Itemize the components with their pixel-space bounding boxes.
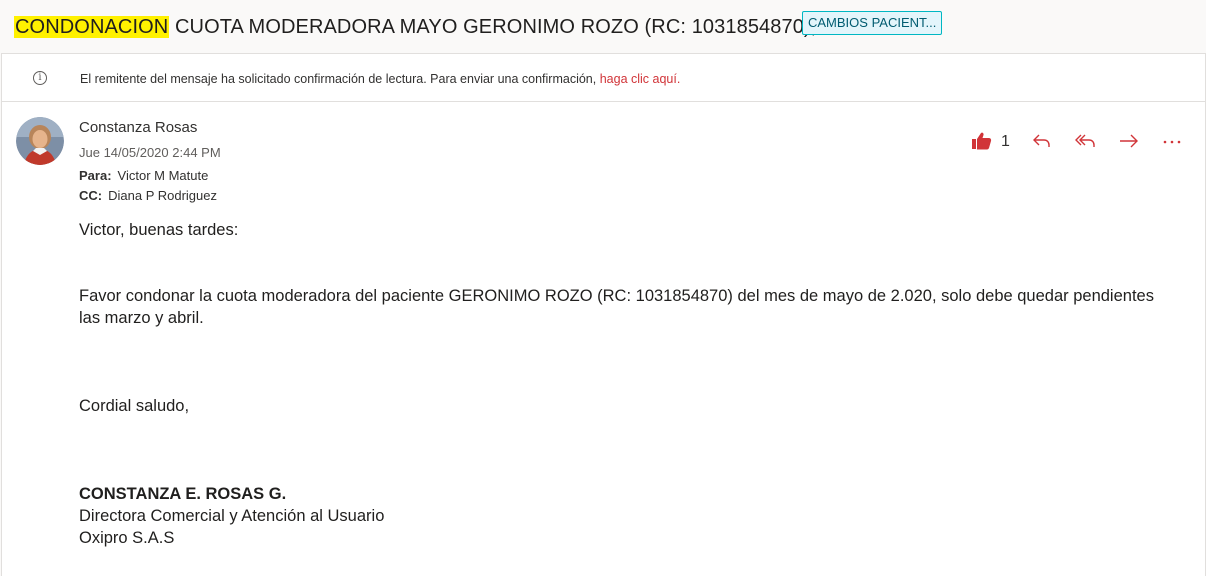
signature-name: CONSTANZA E. ROSAS G. [79,485,287,503]
reply-icon [1033,134,1050,147]
cc-line: CC: Diana P Rodriguez [79,188,217,203]
message-actions [2,129,1205,153]
notice-message: El remitente del mensaje ha solicitado c… [80,72,600,86]
to-line: Para: Victor M Matute [79,168,208,183]
message-subject: CONDONACION CUOTA MODERADORA MAYO GERONI… [14,14,816,41]
read-receipt-notice: i El remitente del mensaje ha solicitado… [2,53,1205,102]
like-button[interactable] [970,129,994,153]
more-icon [1163,140,1181,144]
info-icon: i [33,71,47,85]
subject-highlight: CONDONACION [14,16,170,38]
reply-all-button[interactable] [1074,129,1098,153]
to-label: Para: [79,168,112,183]
reply-all-icon [1075,134,1095,147]
thumbs-up-icon [972,132,992,150]
forward-button[interactable] [1117,129,1141,153]
notice-text: El remitente del mensaje ha solicitado c… [80,72,680,86]
signature-company: Oxipro S.A.S [79,529,175,547]
more-actions-button[interactable] [1160,129,1184,153]
category-tag[interactable]: CAMBIOS PACIENT... [802,11,943,35]
send-receipt-link[interactable]: haga clic aquí. [600,72,681,86]
like-count: 1 [1001,133,1010,150]
subject-text: CUOTA MODERADORA MAYO GERONIMO ROZO (RC:… [169,16,817,38]
message-body: Victor, buenas tardes: Favor condonar la… [79,219,1179,549]
closing: Cordial saludo, [79,397,190,415]
signature-title: Directora Comercial y Atención al Usuari… [79,507,385,525]
message-card: i El remitente del mensaje ha solicitado… [1,53,1206,576]
cc-recipient[interactable]: Diana P Rodriguez [108,188,217,203]
to-recipient[interactable]: Victor M Matute [118,168,209,183]
greeting: Victor, buenas tardes: [79,221,239,239]
subject-bar: CONDONACION CUOTA MODERADORA MAYO GERONI… [0,0,1206,53]
reply-button[interactable] [1030,129,1054,153]
cc-label: CC: [79,188,103,203]
forward-arrow-icon [1120,134,1138,148]
body-paragraph: Favor condonar la cuota moderadora del p… [79,287,1154,327]
